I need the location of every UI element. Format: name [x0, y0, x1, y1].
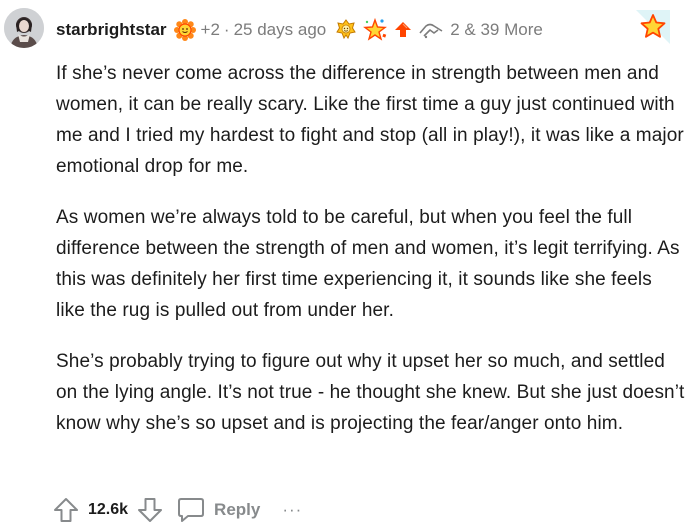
comment-header: starbrightstar +2 · 25 days ago 2 & 39 M… [56, 14, 543, 46]
score-count: 12.6k [88, 501, 129, 518]
reply-button[interactable]: Reply [176, 495, 260, 525]
user-avatar[interactable] [4, 8, 44, 48]
red-arrow-award-icon[interactable] [392, 19, 414, 41]
downvote-arrow-icon[interactable] [136, 496, 164, 524]
awards-count[interactable]: 2 & 39 More [450, 20, 543, 40]
timestamp[interactable]: 25 days ago [234, 20, 327, 40]
meta-separator: · [223, 20, 230, 39]
reply-label: Reply [214, 500, 261, 519]
comment-card: starbrightstar +2 · 25 days ago 2 & 39 M… [0, 0, 700, 530]
comment-paragraph: She’s probably trying to figure out why … [56, 351, 685, 434]
comment-paragraph: As women we’re always told to be careful… [56, 207, 680, 321]
comment-body: If she’s never come across the differenc… [56, 58, 686, 459]
comment-actions: 12.6k Reply ··· [52, 490, 302, 530]
upvote-arrow-icon[interactable] [52, 496, 80, 524]
speech-bubble-icon [176, 495, 206, 525]
sunflower-flair-icon[interactable] [173, 18, 197, 42]
gold-trophy-icon[interactable] [334, 18, 358, 42]
more-options-button[interactable]: ··· [282, 500, 302, 520]
handshake-award-icon[interactable] [418, 19, 444, 41]
username-link[interactable]: starbrightstar [56, 20, 167, 40]
flair-count: +2 [200, 20, 220, 39]
star-icon[interactable] [636, 10, 670, 44]
star-burst-award-icon[interactable] [362, 17, 388, 43]
comment-paragraph: If she’s never come across the differenc… [56, 63, 684, 177]
